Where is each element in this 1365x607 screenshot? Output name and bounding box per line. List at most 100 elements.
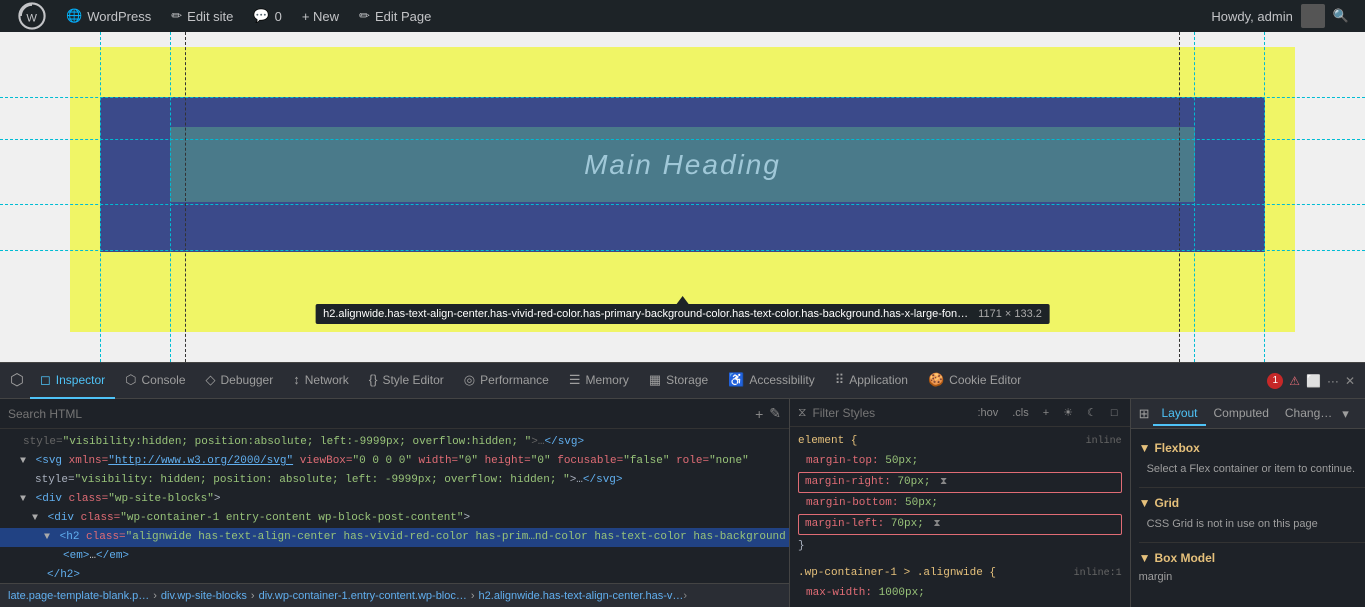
prop-line: margin-top: 50px; [790,452,1130,471]
add-rule-button[interactable]: + [1039,406,1053,420]
html-line[interactable]: <div class="wp-container-1 entry-content… [0,509,789,528]
prop-value: 70px; [897,476,930,488]
cls-button[interactable]: .cls [1008,406,1033,420]
breadcrumb-item[interactable]: div.wp-container-1.entry-content.wp-bloc… [259,590,467,602]
html-text: style="visibility:hidden; position:absol… [23,436,584,448]
layout-tab-label: Layout [1161,406,1197,420]
box-model-label: Box Model [1154,551,1215,565]
tab-changes[interactable]: Chang… [1277,402,1340,426]
tab-computed[interactable]: Computed [1206,402,1277,426]
prop-name: margin-left: [805,518,884,530]
admin-search-icon[interactable]: 🔍 [1333,8,1349,24]
styles-filter-bar: ⧖ :hov .cls + ☀ ☾ □ [790,399,1130,427]
performance-icon: ◎ [464,372,475,388]
prop-name: margin-right: [805,476,891,488]
prop-value: 1000px; [879,587,925,599]
element-tooltip: h2.alignwide.has-text-align-center.has-v… [315,304,1050,324]
html-line[interactable]: style="visibility: hidden; position: abs… [0,471,789,490]
filter-override-icon[interactable]: ⧗ [933,519,940,530]
network-label: Network [305,373,349,387]
light-mode-button[interactable]: ☀ [1059,405,1077,420]
grid-description: CSS Grid is not in use on this page [1147,518,1318,530]
html-line[interactable]: style="visibility:hidden; position:absol… [0,433,789,452]
edit-page-button[interactable]: ✏ Edit Page [349,0,441,32]
flexbox-section-header[interactable]: ▼ Flexbox [1139,437,1365,459]
html-line[interactable]: <em>…</em> [0,547,789,566]
styles-rule: .wp-container-1 > .alignwide { inline:1 [790,563,1130,584]
accessibility-label: Accessibility [749,373,814,387]
changes-arrow[interactable]: ▾ [1342,406,1349,422]
tab-application[interactable]: ⠿ Application [825,363,918,399]
tooltip-arrow [677,296,689,304]
close-devtools-button[interactable]: ✕ [1345,374,1355,388]
guide-line-v3 [185,32,186,362]
pointer-tool[interactable]: ⬡ [4,363,30,399]
panel-icon[interactable]: ⊞ [1139,406,1150,422]
html-text: <div [36,493,62,505]
html-line[interactable]: </h2> [0,566,789,583]
html-content: style="visibility:hidden; position:absol… [0,429,789,583]
pick-element-button[interactable]: ✎ [769,405,781,422]
tab-memory[interactable]: ☰ Memory [559,363,639,399]
guide-line-v1 [170,32,171,362]
filter-override-icon[interactable]: ⧗ [940,477,947,488]
html-line[interactable]: <svg xmlns="http://www.w3.org/2000/svg" … [0,452,789,471]
prop-line-flagged: margin-right: 70px; ⧗ [798,472,1122,493]
styles-source: inline:1 [1074,565,1122,582]
tab-accessibility[interactable]: ♿ Accessibility [718,363,825,399]
tab-network[interactable]: ↕ Network [283,363,359,399]
guide-line-h3 [0,97,1365,98]
wordpress-button[interactable]: 🌐 WordPress [56,0,161,32]
breadcrumb-arrow[interactable]: › [683,590,687,602]
breadcrumb-item[interactable]: late.page-template-blank.p… [8,590,149,602]
flexbox-label: Flexbox [1154,441,1199,455]
tab-debugger[interactable]: ◇ Debugger [196,363,284,399]
tab-storage[interactable]: ▦ Storage [639,363,718,399]
tab-inspector[interactable]: ◻ Inspector [30,363,115,399]
guide-line-h2 [0,204,1365,205]
styles-panel: ⧖ :hov .cls + ☀ ☾ □ element { inline mar… [790,399,1130,607]
comments-button[interactable]: 💬 0 [243,0,291,32]
breadcrumb-item[interactable]: h2.alignwide.has-text-align-center.has-v… [479,590,684,602]
tab-console[interactable]: ⬡ Console [115,363,195,399]
admin-avatar[interactable] [1301,4,1325,28]
box-model-toggle-icon: ▼ [1139,551,1151,565]
comments-icon: 💬 [253,8,269,24]
performance-label: Performance [480,373,549,387]
edit-site-button[interactable]: ✏ Edit site [161,0,243,32]
print-mode-button[interactable]: □ [1107,406,1122,420]
hov-button[interactable]: :hov [973,406,1002,420]
styles-rule-close: } [790,603,1130,607]
guide-line-v6 [1264,32,1265,362]
style-editor-label: Style Editor [382,373,443,387]
html-line[interactable]: <div class="wp-site-blocks"> [0,490,789,509]
html-line-selected[interactable]: <h2 class="alignwide has-text-align-cent… [0,528,789,547]
tab-performance[interactable]: ◎ Performance [454,363,559,399]
tab-style-editor[interactable]: {} Style Editor [359,363,454,399]
grid-section-header[interactable]: ▼ Grid [1139,492,1365,514]
admin-bar: W 🌐 WordPress ✏ Edit site 💬 0 + New ✏ Ed… [0,0,1365,32]
network-icon: ↕ [293,372,300,387]
box-model-section-header[interactable]: ▼ Box Model [1139,547,1365,569]
style-editor-icon: {} [369,372,378,387]
prop-value: 50px; [905,497,938,509]
more-tools-button[interactable]: ··· [1327,374,1339,388]
dark-mode-button[interactable]: ☾ [1083,405,1101,420]
html-text: <div [48,512,74,524]
filter-styles-input[interactable] [812,406,967,420]
search-html-input[interactable] [8,407,749,421]
right-panel-tabs: ⊞ Layout Computed Chang… ▾ [1131,399,1365,429]
new-button[interactable]: + New [292,0,349,32]
breadcrumb-item[interactable]: div.wp-site-blocks [161,590,247,602]
html-text: <em> [63,550,89,562]
responsive-mode-button[interactable]: ⬜ [1306,374,1321,388]
console-label: Console [141,373,185,387]
tab-layout[interactable]: Layout [1153,402,1205,426]
add-node-button[interactable]: + [755,406,763,422]
flexbox-content: Select a Flex container or item to conti… [1139,459,1365,483]
tab-cookie-editor[interactable]: 🍪 Cookie Editor [918,363,1031,399]
wp-logo-button[interactable]: W [8,0,56,32]
inspector-icon: ◻ [40,372,51,388]
preview-area: Main Heading h2.alignwide.has-text-align… [0,32,1365,362]
html-text: style="visibility: hidden; position: abs… [35,474,623,486]
